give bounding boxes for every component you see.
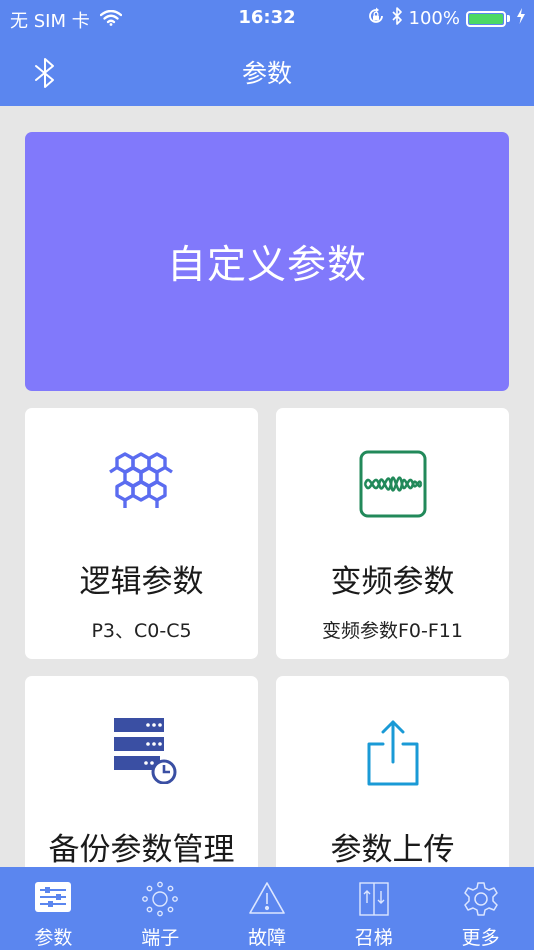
status-right: 100% <box>367 7 526 30</box>
battery-fill <box>469 13 503 24</box>
battery-percent: 100% <box>408 8 460 29</box>
inverter-params-card[interactable]: 变频参数 变频参数F0-F11 <box>276 408 509 659</box>
tab-label: 故障 <box>247 927 286 949</box>
page-title: 参数 <box>241 59 292 88</box>
param-upload-card[interactable]: 参数上传 <box>276 676 509 896</box>
warning-icon <box>214 881 321 915</box>
hexagon-network-icon <box>25 448 258 520</box>
elevator-icon <box>320 881 427 917</box>
card-title: 参数上传 <box>330 832 455 868</box>
tab-params[interactable]: 参数 <box>0 867 107 950</box>
tab-label: 更多 <box>461 927 500 949</box>
custom-params-label: 自定义参数 <box>166 242 367 288</box>
tab-label: 召梯 <box>354 927 393 949</box>
tab-faults[interactable]: 故障 <box>214 867 321 950</box>
status-bar: 无 SIM 卡 16:32 100% <box>0 0 534 36</box>
card-title: 变频参数 <box>330 564 455 600</box>
gear-icon <box>427 881 534 917</box>
rotation-lock-icon <box>367 7 385 30</box>
tab-terminals[interactable]: 端子 <box>107 867 214 950</box>
sliders-icon <box>0 881 107 913</box>
battery-tip <box>507 15 510 22</box>
tab-bar: 参数 端子 故障 召梯 更多 <box>0 867 534 950</box>
bluetooth-status-icon <box>391 7 403 30</box>
server-backup-icon <box>25 716 258 784</box>
card-title: 逻辑参数 <box>79 564 204 600</box>
tab-label: 参数 <box>34 927 73 949</box>
waveform-icon <box>276 448 509 520</box>
card-title: 备份参数管理 <box>48 832 235 868</box>
battery-icon <box>466 10 506 27</box>
custom-params-card[interactable]: 自定义参数 <box>25 132 509 391</box>
card-subtitle: P3、C0-C5 <box>91 620 192 642</box>
tab-label: 端子 <box>141 927 180 949</box>
backup-params-card[interactable]: 备份参数管理 <box>25 676 258 896</box>
logic-params-card[interactable]: 逻辑参数 P3、C0-C5 <box>25 408 258 659</box>
tab-more[interactable]: 更多 <box>427 867 534 950</box>
card-subtitle: 变频参数F0-F11 <box>322 620 463 642</box>
terminal-nodes-icon <box>107 881 214 917</box>
charging-bolt-icon <box>516 8 526 29</box>
tab-call-elevator[interactable]: 召梯 <box>320 867 427 950</box>
nav-bar: 参数 <box>0 36 534 106</box>
upload-share-icon <box>276 716 509 788</box>
